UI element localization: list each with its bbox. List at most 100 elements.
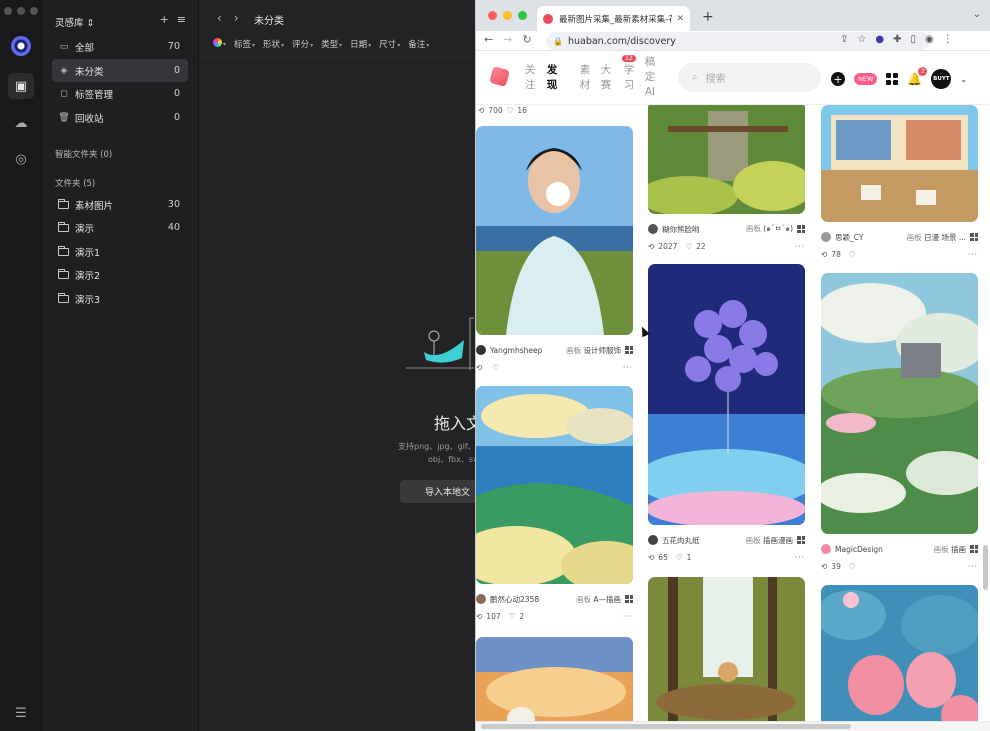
pin-image-woods[interactable] [648,577,805,731]
site-nav-gaoding-ai[interactable]: 稿定AI [644,55,656,100]
nav-item-uncategorized[interactable]: ◈ 未分类 0 [52,59,188,82]
back-arrow-icon[interactable]: ‹ [217,11,222,25]
compass-icon[interactable]: ◎ [8,146,34,172]
site-nav-discover[interactable]: 发现 [546,63,558,93]
pin-image-portrait[interactable] [476,126,633,335]
more-dots-icon[interactable]: ··· [623,363,633,372]
avatar[interactable] [648,535,658,545]
huaban-logo-icon[interactable] [489,66,510,87]
site-nav-learn[interactable]: 学习 [623,63,635,93]
avatar[interactable] [476,345,486,355]
notification-bell-icon[interactable]: 🔔 2 [907,67,928,86]
settings-sliders-icon[interactable]: ☰ [8,700,34,726]
browser-tab[interactable]: 最新图片采集_最新素材采集-花瓣 ✕ [537,6,690,31]
repin-icon[interactable]: ⟲ [476,363,482,372]
more-dots-icon[interactable]: ··· [968,562,978,571]
library-switcher[interactable]: 灵感库 ⇕ [55,15,95,29]
profile-icon[interactable]: ◉ [925,34,934,45]
menu-icon[interactable]: ≡ [177,13,186,26]
vertical-scrollbar[interactable] [983,545,988,590]
filter-tags[interactable]: 标签 [234,38,255,50]
heart-icon[interactable]: ♡ [509,612,516,621]
heart-icon[interactable]: ♡ [492,363,499,372]
folders-title[interactable]: 文件夹 (5) [55,177,95,189]
back-icon[interactable]: ← [484,33,493,46]
heart-icon[interactable]: ♡ [849,562,856,571]
folder-item[interactable]: 素材图片 30 [52,193,188,216]
add-icon[interactable]: + [160,13,169,26]
pin-card[interactable]: 糊你熊脸哟 画板 (๑´ㅂ`๑) ⟲ 2027 ♡ 22 ··· [638,105,813,251]
more-dots-icon[interactable]: ··· [795,553,805,562]
forward-arrow-icon[interactable]: › [234,11,239,25]
app-logo-icon[interactable] [11,36,31,56]
nav-item-trash[interactable]: 🗑 回收站 0 [52,106,188,129]
search-input[interactable]: ⌕ 搜索 [678,63,821,92]
chevron-down-icon[interactable]: ⌄ [960,75,967,84]
pin-image-cottage[interactable] [816,273,986,534]
pin-card[interactable]: MagicDesign 画板 插画 ⟲ 39 ♡ ··· [816,273,986,571]
avatar[interactable] [648,224,658,234]
apps-grid-icon[interactable] [886,73,899,85]
share-icon[interactable]: ⇪ [840,34,848,45]
window-controls[interactable] [4,7,38,15]
extension-circle-icon[interactable]: ● [875,34,884,45]
avatar[interactable] [476,594,486,604]
more-dots-icon[interactable]: ··· [968,250,978,259]
pin-image-strawberries[interactable] [816,585,981,731]
horizontal-scrollbar[interactable] [476,721,990,731]
nav-item-all[interactable]: ▭ 全部 70 [52,35,188,58]
heart-icon[interactable]: ♡ [676,553,683,562]
site-nav-materials[interactable]: 素材 [579,63,591,93]
smart-folders-title[interactable]: 智能文件夹 (0) [55,148,112,160]
repin-icon[interactable]: ⟲ [648,242,654,251]
pin-image-sunset-bunny[interactable] [476,637,633,731]
filter-type[interactable]: 类型 [321,38,342,50]
pin-card[interactable] [476,637,633,731]
filter-notes[interactable]: 备注 [408,38,429,50]
cloud-icon[interactable]: ☁ [8,110,34,136]
browser-window-controls[interactable] [488,11,527,20]
create-plus-icon[interactable]: + [831,72,845,86]
heart-icon[interactable]: ♡ [849,250,856,259]
filter-rating[interactable]: 评分 [292,38,313,50]
site-nav-contest[interactable]: 大赛 [600,63,612,93]
filter-date[interactable]: 日期 [350,38,371,50]
tab-list-chevron-icon[interactable]: ⌄ [973,9,981,20]
bookmark-star-icon[interactable]: ☆ [857,34,866,45]
pin-card[interactable] [648,577,805,731]
user-avatar[interactable]: BUYT [931,69,952,89]
pin-image-balloons[interactable] [636,264,816,527]
filter-size[interactable]: 尺寸 [379,38,400,50]
forward-icon[interactable]: → [503,33,512,46]
pin-card[interactable]: 思颖_CY 画板 日漫 场景 ... ⟲ 78 ♡ ··· [821,105,978,259]
repin-icon[interactable]: ⟲ [821,250,827,259]
repin-icon[interactable]: ⟲ [476,612,482,621]
pin-image-seascape[interactable] [476,386,651,591]
repin-icon[interactable]: ⟲ [648,553,654,562]
pin-card[interactable]: Yangmhsheep 画板 设计师服饰 ⟲ ♡ ··· [476,126,633,372]
more-dots-icon[interactable]: ··· [795,242,805,251]
close-tab-icon[interactable]: ✕ [676,14,684,24]
import-local-button[interactable]: 导入本地文 [400,480,480,503]
avatar[interactable] [821,232,831,242]
kebab-menu-icon[interactable]: ⋮ [943,34,953,45]
nav-item-tags[interactable]: ◻ 标签管理 0 [52,82,188,105]
folder-item[interactable]: 演示3 [52,287,188,310]
new-tab-icon[interactable]: + [702,9,714,25]
puzzle-icon[interactable]: ✚ [893,34,901,45]
color-filter[interactable] [213,38,226,50]
sidepanel-icon[interactable]: ▯ [910,34,916,45]
pin-card[interactable]: 五花肉丸纸 画板 插画漫画 ⟲ 65 ♡ 1 ··· [636,264,816,562]
repin-icon[interactable]: ⟲ [821,562,827,571]
pin-image-forest[interactable] [638,105,813,216]
pin-card[interactable]: 鹏然心动2358 画板 A—插画 ⟲ 107 ♡ 2 ··· [476,386,651,621]
site-nav-follow[interactable]: 关注 [524,63,536,93]
folder-item[interactable]: 演示 40 [52,216,188,239]
folder-item[interactable]: 演示1 [52,240,188,263]
filter-shape[interactable]: 形状 [263,38,284,50]
heart-icon[interactable]: ♡ [685,242,692,251]
avatar[interactable] [821,544,831,554]
new-badge[interactable]: NEW [854,73,878,85]
library-icon[interactable]: ▣ [8,73,34,99]
more-dots-icon[interactable]: ··· [623,612,633,621]
